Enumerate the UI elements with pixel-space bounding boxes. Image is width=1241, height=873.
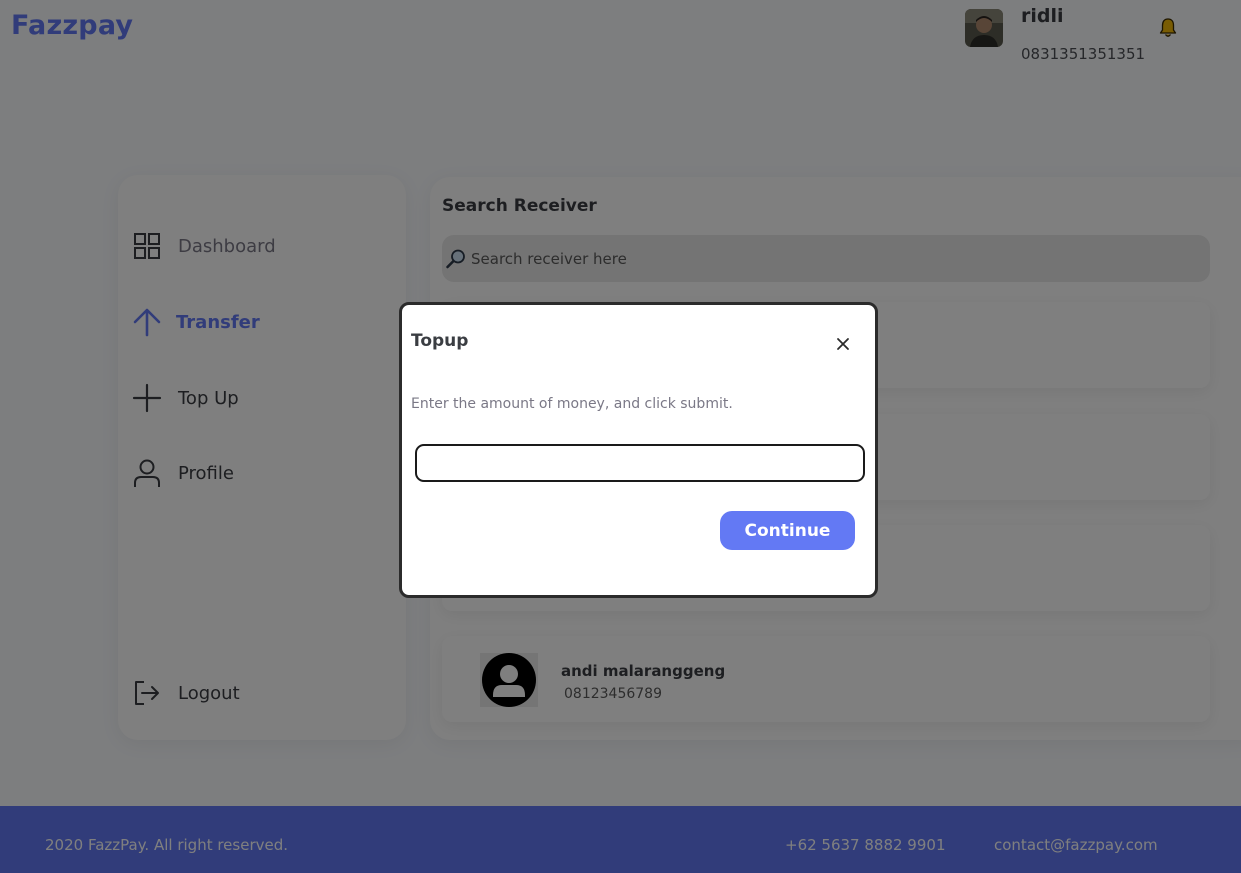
modal-description: Enter the amount of money, and click sub… xyxy=(411,396,733,412)
topup-modal: Topup Enter the amount of money, and cli… xyxy=(399,302,878,598)
continue-button[interactable]: Continue xyxy=(720,511,855,550)
close-icon[interactable] xyxy=(835,336,851,352)
modal-title: Topup xyxy=(411,331,469,351)
amount-input[interactable] xyxy=(415,444,865,482)
